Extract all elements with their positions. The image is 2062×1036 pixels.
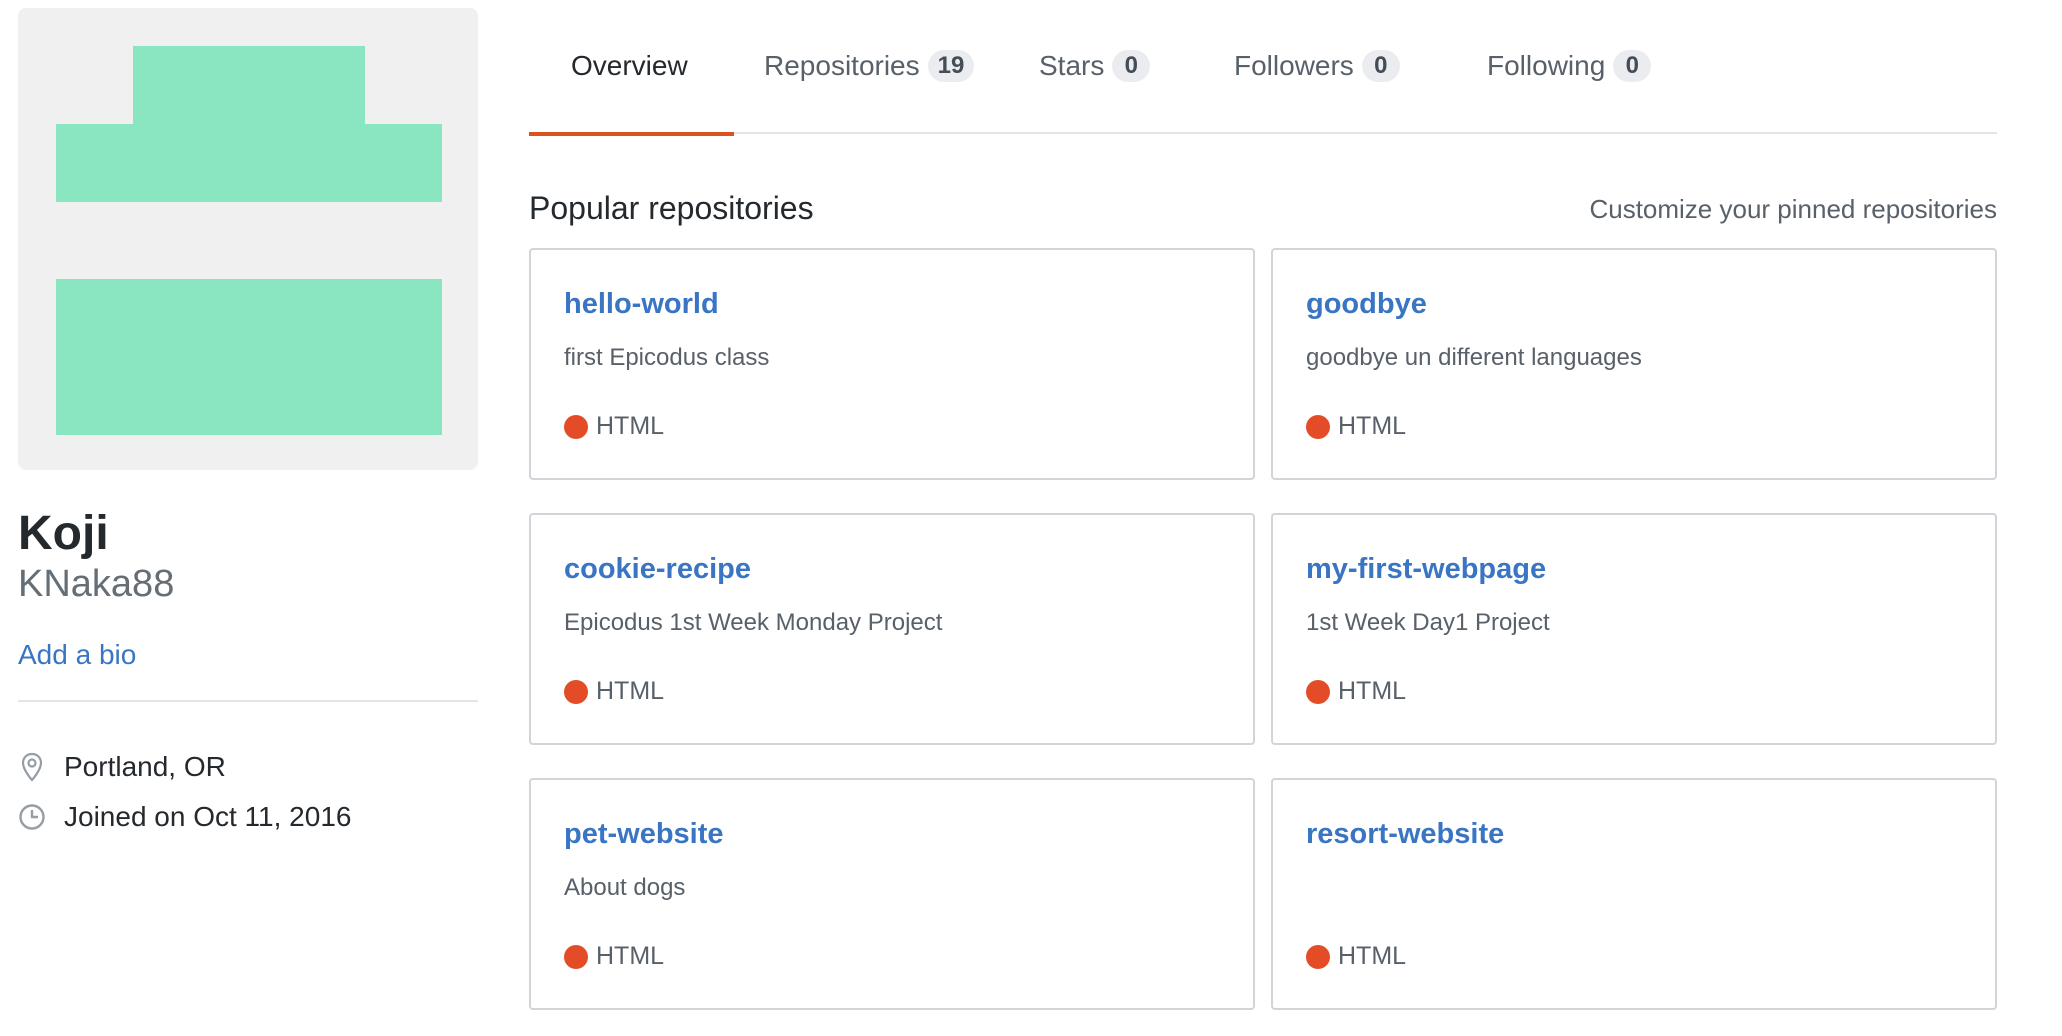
sidebar-divider bbox=[18, 700, 478, 702]
repo-name-link[interactable]: cookie-recipe bbox=[564, 553, 751, 586]
following-count-badge: 0 bbox=[1613, 50, 1652, 82]
repo-name-link[interactable]: hello-world bbox=[564, 288, 719, 321]
avatar-identicon-block bbox=[56, 279, 442, 435]
add-bio-link[interactable]: Add a bio bbox=[18, 638, 136, 672]
tab-following[interactable]: Following 0 bbox=[1487, 0, 1687, 134]
repo-card: pet-website About dogs HTML bbox=[529, 778, 1255, 1010]
language-color-dot bbox=[564, 679, 588, 704]
language-label: HTML bbox=[596, 942, 665, 970]
repo-card: resort-website HTML bbox=[1271, 778, 1997, 1010]
profile-tabs: Overview Repositories 19 Stars 0 Followe… bbox=[529, 0, 1997, 136]
repo-description: 1st Week Day1 Project bbox=[1306, 609, 1550, 636]
tab-repositories[interactable]: Repositories 19 bbox=[734, 0, 1039, 134]
repo-name-link[interactable]: pet-website bbox=[564, 818, 724, 851]
clock-icon bbox=[18, 802, 46, 832]
avatar-identicon-block bbox=[133, 46, 365, 126]
profile-location: Portland, OR bbox=[18, 742, 478, 792]
language-label: HTML bbox=[596, 677, 665, 705]
repo-description: About dogs bbox=[564, 874, 686, 901]
section-title: Popular repositories bbox=[529, 190, 814, 226]
language-color-dot bbox=[1306, 679, 1330, 704]
avatar[interactable] bbox=[18, 8, 478, 470]
stars-count-badge: 0 bbox=[1112, 50, 1151, 82]
repo-card: hello-world first Epicodus class HTML bbox=[529, 248, 1255, 480]
profile-sidebar: Koji KNaka88 Add a bio Portland, OR Join… bbox=[18, 8, 478, 842]
profile-main: Overview Repositories 19 Stars 0 Followe… bbox=[529, 0, 1997, 1010]
repo-name-link[interactable]: my-first-webpage bbox=[1306, 553, 1546, 586]
customize-pinned-link[interactable]: Customize your pinned repositories bbox=[1589, 194, 1997, 225]
repo-card: cookie-recipe Epicodus 1st Week Monday P… bbox=[529, 513, 1255, 745]
repo-name-link[interactable]: goodbye bbox=[1306, 288, 1427, 321]
language-label: HTML bbox=[1338, 942, 1407, 970]
popular-repositories-header: Popular repositories Customize your pinn… bbox=[529, 134, 1997, 254]
language-color-dot bbox=[1306, 944, 1330, 969]
tab-label: Following bbox=[1487, 50, 1606, 81]
language-color-dot bbox=[564, 414, 588, 439]
tab-label: Repositories bbox=[764, 50, 920, 81]
repo-description: goodbye un different languages bbox=[1306, 344, 1642, 371]
repo-name-link[interactable]: resort-website bbox=[1306, 818, 1504, 851]
profile-page: Koji KNaka88 Add a bio Portland, OR Join… bbox=[0, 0, 2062, 1036]
repo-card: my-first-webpage 1st Week Day1 Project H… bbox=[1271, 513, 1997, 745]
joined-text: Joined on Oct 11, 2016 bbox=[64, 801, 352, 832]
followers-count-badge: 0 bbox=[1361, 50, 1400, 82]
profile-username: KNaka88 bbox=[18, 563, 175, 605]
tab-stars[interactable]: Stars 0 bbox=[1039, 0, 1234, 134]
location-pin-icon bbox=[18, 752, 46, 782]
repo-language: HTML bbox=[1306, 412, 1406, 441]
avatar-identicon-block bbox=[56, 124, 442, 202]
repo-language: HTML bbox=[1306, 677, 1406, 706]
repo-description: first Epicodus class bbox=[564, 344, 770, 371]
language-label: HTML bbox=[1338, 412, 1407, 440]
tab-label: Stars bbox=[1039, 50, 1105, 81]
repo-description: Epicodus 1st Week Monday Project bbox=[564, 609, 943, 636]
repo-language: HTML bbox=[564, 942, 664, 971]
language-color-dot bbox=[564, 944, 588, 969]
repo-language: HTML bbox=[564, 412, 664, 441]
repositories-count-badge: 19 bbox=[927, 50, 975, 82]
repo-card: goodbye goodbye un different languages H… bbox=[1271, 248, 1997, 480]
profile-joined: Joined on Oct 11, 2016 bbox=[18, 792, 478, 842]
language-label: HTML bbox=[1338, 677, 1407, 705]
repo-language: HTML bbox=[1306, 942, 1406, 971]
profile-fullname: Koji bbox=[18, 507, 109, 560]
tab-followers[interactable]: Followers 0 bbox=[1234, 0, 1487, 134]
tab-label: Overview bbox=[571, 50, 688, 81]
language-color-dot bbox=[1306, 414, 1330, 439]
language-label: HTML bbox=[596, 412, 665, 440]
profile-details: Portland, OR Joined on Oct 11, 2016 bbox=[18, 742, 478, 842]
tab-label: Followers bbox=[1234, 50, 1354, 81]
repo-language: HTML bbox=[564, 677, 664, 706]
tab-overview[interactable]: Overview bbox=[529, 0, 734, 136]
location-text: Portland, OR bbox=[64, 751, 226, 782]
